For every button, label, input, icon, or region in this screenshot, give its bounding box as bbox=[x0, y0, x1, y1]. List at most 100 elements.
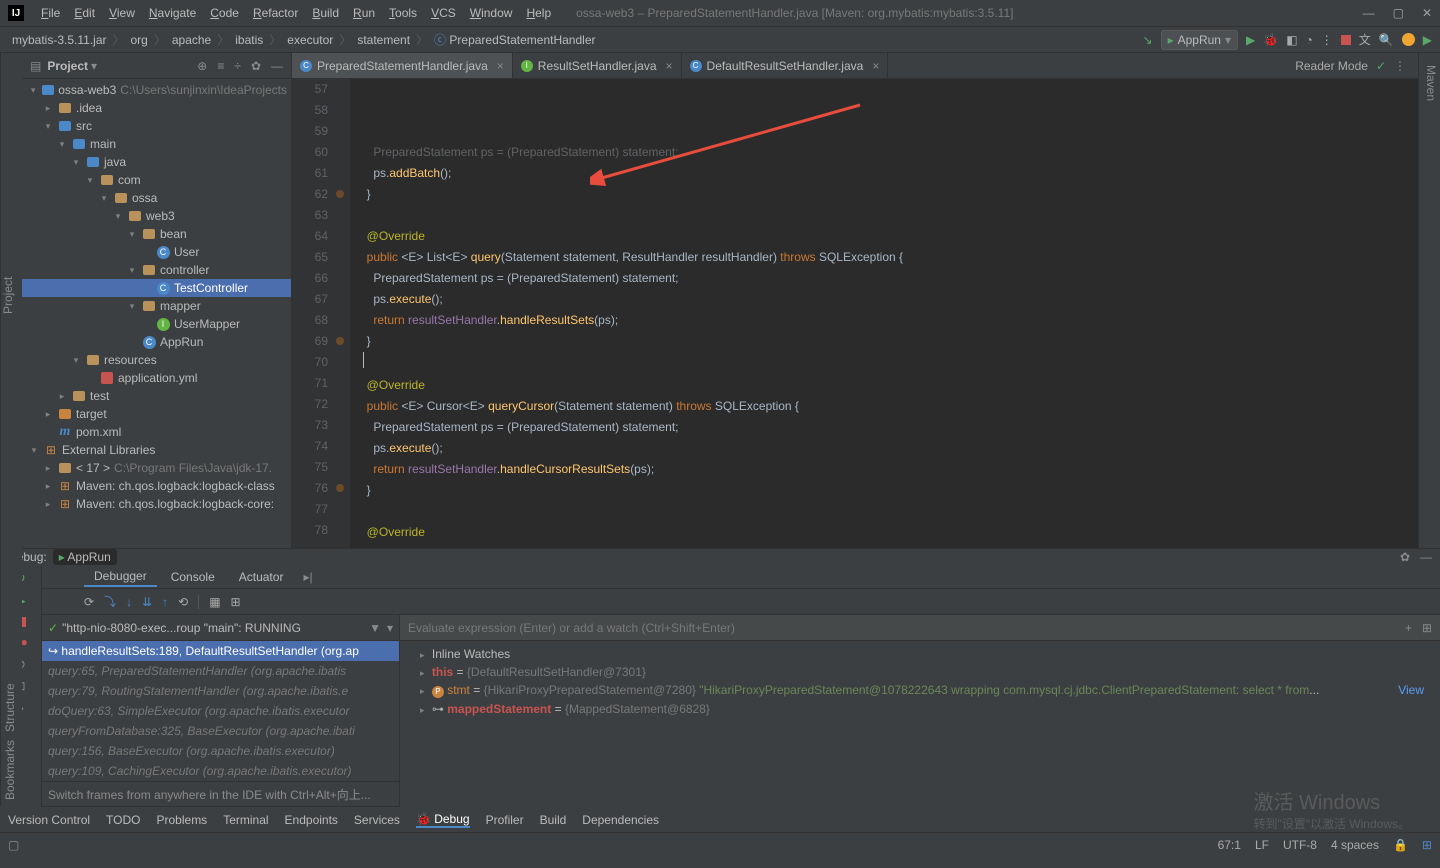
menu-build[interactable]: Build bbox=[305, 6, 346, 20]
build-icon[interactable]: ↘ bbox=[1143, 33, 1153, 47]
debug-tab-console[interactable]: Console bbox=[161, 568, 225, 586]
tool-window-tab-debug[interactable]: 🐞 Debug bbox=[416, 812, 470, 828]
trace-icon[interactable]: ⊞ bbox=[231, 595, 241, 609]
evaluate-input[interactable]: Evaluate expression (Enter) or add a wat… bbox=[400, 615, 1440, 641]
tool-window-tab-profiler[interactable]: Profiler bbox=[486, 813, 524, 827]
profile-icon[interactable]: ◔ bbox=[1306, 33, 1313, 47]
breadcrumb-item[interactable]: ibatis bbox=[231, 33, 267, 47]
close-tab-icon[interactable]: × bbox=[497, 59, 504, 73]
stack-frame[interactable]: query:79, RoutingStatementHandler (org.a… bbox=[42, 681, 399, 701]
run-config-selector[interactable]: ▸ AppRun ▾ bbox=[1161, 30, 1238, 50]
tree-item[interactable]: CAppRun bbox=[22, 333, 291, 351]
left-tool-strip[interactable]: Project bbox=[0, 53, 22, 548]
tree-item[interactable]: ▾main bbox=[22, 135, 291, 153]
stack-frame[interactable]: query:65, PreparedStatementHandler (org.… bbox=[42, 661, 399, 681]
close-tab-icon[interactable]: × bbox=[666, 59, 673, 73]
step-into-icon[interactable]: ↓ bbox=[126, 595, 132, 609]
stack-frame[interactable]: ↪ handleResultSets:189, DefaultResultSet… bbox=[42, 641, 399, 661]
menu-help[interactable]: Help bbox=[519, 6, 558, 20]
hide-icon[interactable]: — bbox=[1420, 550, 1432, 564]
tree-item[interactable]: ▾web3 bbox=[22, 207, 291, 225]
select-opened-icon[interactable]: ⊕ bbox=[197, 59, 207, 73]
status-icon[interactable]: ▢ bbox=[8, 838, 19, 852]
tree-item[interactable]: ▾java bbox=[22, 153, 291, 171]
run-anything-icon[interactable]: 文 bbox=[1359, 31, 1371, 48]
tool-window-tab-build[interactable]: Build bbox=[540, 813, 567, 827]
project-tool-label[interactable]: Project bbox=[1, 277, 15, 314]
menu-window[interactable]: Window bbox=[463, 6, 520, 20]
search-icon[interactable]: 🔍 bbox=[1379, 33, 1394, 47]
tree-item[interactable]: ▾ossa-web3C:\Users\sunjinxin\IdeaProject… bbox=[22, 81, 291, 99]
left-tool-strip-bottom[interactable]: BookmarksStructure bbox=[0, 548, 22, 806]
debug-tab-actuator[interactable]: Actuator bbox=[229, 568, 294, 586]
left-tool-bookmarks[interactable]: Bookmarks bbox=[3, 740, 20, 800]
menu-vcs[interactable]: VCS bbox=[424, 6, 463, 20]
tree-item[interactable]: CUser bbox=[22, 243, 291, 261]
tool-window-tab-endpoints[interactable]: Endpoints bbox=[285, 813, 338, 827]
debug-icon[interactable]: 🐞 bbox=[1263, 33, 1278, 47]
tool-window-tab-services[interactable]: Services bbox=[354, 813, 400, 827]
menu-file[interactable]: File bbox=[34, 6, 67, 20]
expand-all-icon[interactable]: ≡ bbox=[217, 59, 224, 73]
editor-tab[interactable]: IResultSetHandler.java× bbox=[513, 53, 682, 78]
maximize-icon[interactable]: ▢ bbox=[1393, 6, 1404, 20]
tree-item[interactable]: ▾mapper bbox=[22, 297, 291, 315]
coverage-icon[interactable]: ◧ bbox=[1286, 33, 1297, 47]
editor-tab[interactable]: CDefaultResultSetHandler.java× bbox=[682, 53, 889, 78]
stack-frame[interactable]: queryFromDatabase:325, BaseExecutor (org… bbox=[42, 721, 399, 741]
tree-item[interactable]: mpom.xml bbox=[22, 423, 291, 441]
tree-item[interactable]: application.yml bbox=[22, 369, 291, 387]
tree-item[interactable]: ▸⊞Maven: ch.qos.logback:logback-core: bbox=[22, 495, 291, 513]
readonly-icon[interactable]: 🔒 bbox=[1393, 838, 1408, 852]
stop-icon[interactable] bbox=[1341, 35, 1351, 45]
inline-watches-label[interactable]: Inline Watches bbox=[432, 647, 510, 661]
step-out-icon[interactable]: ↑ bbox=[162, 595, 168, 609]
stack-frame[interactable]: query:109, CachingExecutor (org.apache.i… bbox=[42, 761, 399, 781]
frames-list[interactable]: ↪ handleResultSets:189, DefaultResultSet… bbox=[42, 641, 399, 781]
evaluate-icon[interactable]: ▦ bbox=[209, 595, 220, 609]
gutter-icons[interactable] bbox=[334, 79, 350, 548]
more-tabs-icon[interactable]: ▸| bbox=[303, 570, 312, 584]
hide-icon[interactable]: — bbox=[271, 59, 283, 73]
tree-item[interactable]: CTestController bbox=[22, 279, 291, 297]
variable-row[interactable]: ▸ this = {DefaultResultSetHandler@7301} bbox=[408, 663, 1432, 681]
tree-item[interactable]: IUserMapper bbox=[22, 315, 291, 333]
menu-code[interactable]: Code bbox=[203, 6, 246, 20]
tree-item[interactable]: ▾⊞External Libraries bbox=[22, 441, 291, 459]
tool-window-tab-version-control[interactable]: Version Control bbox=[8, 813, 90, 827]
ide-settings-icon[interactable] bbox=[1402, 33, 1415, 46]
file-encoding[interactable]: UTF-8 bbox=[1283, 838, 1317, 852]
tree-item[interactable]: ▾src bbox=[22, 117, 291, 135]
debug-tab-debugger[interactable]: Debugger bbox=[84, 567, 157, 587]
breadcrumb-item[interactable]: mybatis-3.5.11.jar bbox=[8, 33, 110, 47]
code-editor[interactable]: PreparedStatement ps = (PreparedStatemen… bbox=[350, 79, 1418, 548]
tree-item[interactable]: ▾controller bbox=[22, 261, 291, 279]
drop-frame-icon[interactable]: ⟲ bbox=[178, 595, 188, 609]
view-link[interactable]: View bbox=[1398, 683, 1424, 697]
debug-config-badge[interactable]: ▸ AppRun bbox=[53, 549, 117, 565]
show-execution-icon[interactable]: ⟳ bbox=[84, 595, 94, 609]
tree-item[interactable]: ▾ossa bbox=[22, 189, 291, 207]
breadcrumb-item[interactable]: executor bbox=[283, 33, 337, 47]
right-tool-strip[interactable]: MavenDatabaseNotifications bbox=[1418, 53, 1440, 548]
breadcrumb-item[interactable]: statement bbox=[353, 33, 414, 47]
editor-tab[interactable]: CPreparedStatementHandler.java× bbox=[292, 53, 513, 78]
reader-mode-toggle[interactable]: Reader Mode bbox=[1295, 59, 1368, 73]
line-separator[interactable]: LF bbox=[1255, 838, 1269, 852]
ide-updates-icon[interactable]: ▶ bbox=[1423, 33, 1432, 47]
tool-window-tab-todo[interactable]: TODO bbox=[106, 813, 140, 827]
tool-window-tab-problems[interactable]: Problems bbox=[157, 813, 208, 827]
variables-list[interactable]: ▸ Inline Watches ▸ this = {DefaultResult… bbox=[400, 641, 1440, 807]
menu-navigate[interactable]: Navigate bbox=[142, 6, 203, 20]
menu-refactor[interactable]: Refactor bbox=[246, 6, 305, 20]
tree-item[interactable]: ▸target bbox=[22, 405, 291, 423]
step-over-icon[interactable]: ⤵ bbox=[104, 593, 116, 610]
tree-item[interactable]: ▾com bbox=[22, 171, 291, 189]
force-step-into-icon[interactable]: ⇊ bbox=[142, 595, 152, 609]
tree-item[interactable]: ▸.idea bbox=[22, 99, 291, 117]
right-tool-maven[interactable]: Maven bbox=[1422, 59, 1440, 548]
variable-row[interactable]: ▸ P stmt = {HikariProxyPreparedStatement… bbox=[408, 681, 1432, 700]
tool-window-tab-dependencies[interactable]: Dependencies bbox=[582, 813, 659, 827]
gear-icon[interactable]: ✿ bbox=[1400, 550, 1410, 564]
breadcrumb-item[interactable]: ⓒ PreparedStatementHandler bbox=[430, 33, 599, 47]
